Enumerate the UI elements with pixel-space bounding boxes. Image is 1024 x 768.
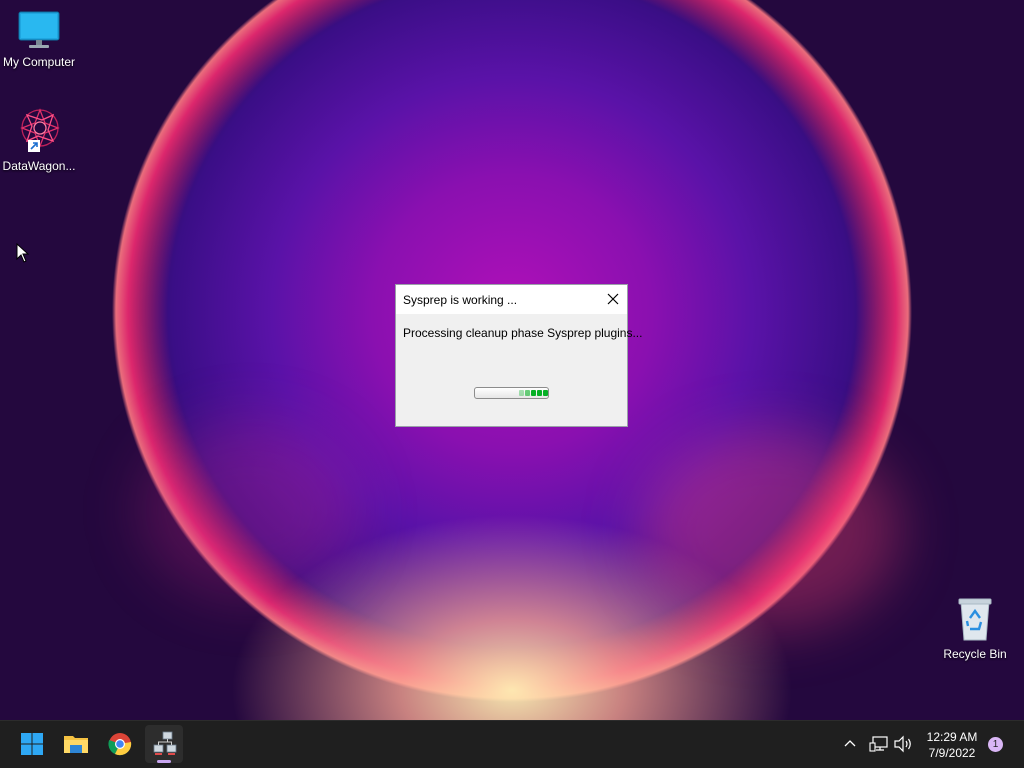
desktop-icon-label: Recycle Bin: [943, 647, 1007, 661]
monitor-icon: [18, 11, 60, 48]
start-button[interactable]: [13, 725, 51, 763]
network-icon[interactable]: [869, 735, 889, 753]
chrome-icon: [108, 733, 132, 756]
progress-bar: [474, 387, 549, 399]
notification-badge[interactable]: 1: [988, 737, 1003, 752]
clock[interactable]: 12:29 AM 7/9/2022: [918, 729, 986, 761]
desktop-icon-recycle-bin[interactable]: Recycle Bin: [936, 596, 1014, 661]
sysprep-dialog: Sysprep is working ... Processing cleanu…: [395, 284, 642, 427]
progress-chunk: [525, 390, 530, 396]
desktop-icon-my-computer[interactable]: My Computer: [0, 10, 78, 69]
volume-icon[interactable]: [893, 735, 913, 753]
chevron-up-icon[interactable]: [843, 737, 857, 751]
taskbar-chrome[interactable]: [101, 725, 139, 763]
taskbar: 12:29 AM 7/9/2022 1: [0, 720, 1024, 768]
active-app-indicator: [157, 760, 171, 763]
desktop-icon-label: DataWagon...: [2, 159, 76, 173]
progress-chunk: [519, 390, 524, 396]
desktop-icon-datawagon[interactable]: DataWagon...: [0, 106, 78, 173]
desktop-icon-label: My Computer: [2, 55, 76, 69]
clock-date: 7/9/2022: [928, 746, 976, 760]
clock-time: 12:29 AM: [926, 730, 978, 744]
dialog-titlebar[interactable]: Sysprep is working ...: [396, 285, 627, 314]
dialog-message: Processing cleanup phase Sysprep plugins…: [403, 326, 643, 340]
mouse-cursor-icon: [16, 243, 30, 263]
taskbar-file-explorer[interactable]: [57, 725, 95, 763]
datawagon-shortcut-icon: [20, 108, 60, 152]
progress-chunk: [537, 390, 542, 396]
progress-chunk: [543, 390, 548, 396]
windows-start-icon: [21, 733, 43, 755]
taskbar-sysprep[interactable]: [145, 725, 183, 763]
recycle-bin-icon: [958, 598, 992, 641]
dialog-title: Sysprep is working ...: [403, 293, 518, 307]
wallpaper-glow: [640, 430, 900, 630]
wallpaper-glow: [140, 420, 360, 600]
network-computers-icon: [153, 731, 177, 755]
desktop[interactable]: My Computer DataWagon... Recycle Bin Sys…: [0, 0, 1024, 720]
folder-icon: [64, 736, 88, 753]
close-icon[interactable]: [605, 291, 621, 307]
progress-chunk: [531, 390, 536, 396]
